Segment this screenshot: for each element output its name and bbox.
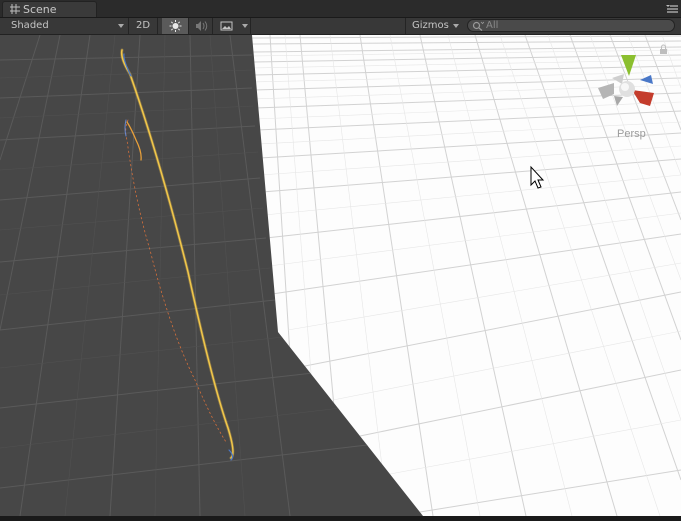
search-placeholder: All bbox=[486, 20, 499, 31]
dark-plane bbox=[0, 35, 423, 516]
effects-dropdown[interactable] bbox=[239, 18, 251, 34]
chevron-down-icon bbox=[242, 24, 248, 28]
scene-toolbar: Shaded 2D Gizmos All bbox=[0, 18, 681, 35]
scene-canvas bbox=[0, 35, 681, 516]
tab-bar: Scene bbox=[0, 0, 681, 18]
chevron-down-icon bbox=[453, 24, 459, 28]
effects-toggle[interactable] bbox=[213, 18, 239, 34]
tab-scene[interactable]: Scene bbox=[2, 1, 97, 17]
gizmos-dropdown[interactable]: Gizmos bbox=[405, 18, 463, 34]
gizmos-label: Gizmos bbox=[412, 20, 449, 31]
render-mode-dropdown[interactable]: Shaded bbox=[0, 18, 129, 34]
projection-label[interactable]: Persp bbox=[617, 128, 646, 140]
mode-2d-label: 2D bbox=[135, 20, 151, 31]
render-mode-label: Shaded bbox=[11, 20, 49, 31]
grid-icon bbox=[10, 4, 20, 14]
lock-icon[interactable] bbox=[660, 44, 667, 54]
audio-toggle[interactable] bbox=[189, 18, 213, 34]
menu-icon[interactable] bbox=[666, 5, 678, 14]
search-icon bbox=[472, 21, 484, 31]
speaker-icon bbox=[196, 21, 208, 31]
search-input[interactable]: All bbox=[467, 19, 675, 32]
bottom-border bbox=[0, 516, 681, 521]
tab-label: Scene bbox=[23, 3, 57, 16]
sun-icon bbox=[169, 20, 182, 32]
scene-viewport[interactable]: Persp bbox=[0, 35, 681, 516]
chevron-down-icon bbox=[118, 24, 124, 28]
mode-2d-button[interactable]: 2D bbox=[129, 18, 158, 34]
image-icon bbox=[220, 21, 233, 31]
lighting-toggle[interactable] bbox=[162, 18, 189, 34]
